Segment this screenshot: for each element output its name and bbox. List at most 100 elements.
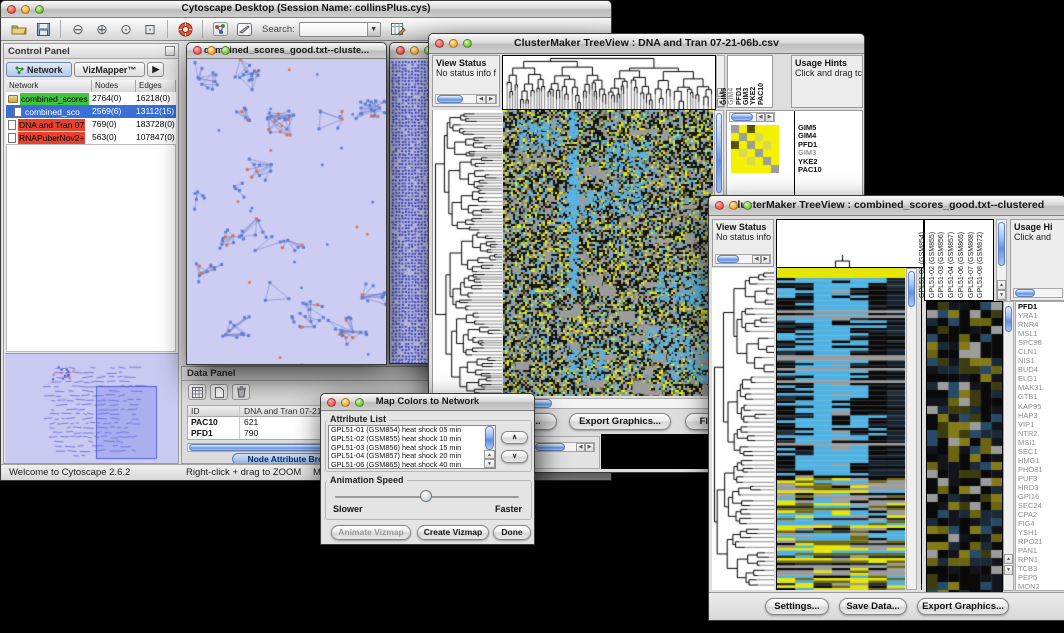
gene-list-item[interactable]: MSL1	[1018, 329, 1064, 338]
minimize-icon[interactable]	[449, 39, 458, 48]
gene-list-item[interactable]: HRD3	[1018, 483, 1064, 492]
network-row[interactable]: combined_sco 2569(6) 13112(15)	[6, 105, 176, 118]
column-labels-scrollbar[interactable]: ▲ ▼	[996, 219, 1007, 301]
gene-list-item[interactable]: MSI1	[1018, 438, 1064, 447]
scroll-down-icon[interactable]: ▼	[997, 290, 1006, 300]
scroll-left-icon[interactable]: ◀	[752, 255, 761, 264]
gene-list-item[interactable]: NTR2	[1018, 429, 1064, 438]
export-graphics-button[interactable]: Export Graphics...	[917, 598, 1009, 615]
gene-list-item[interactable]: SEC1	[1018, 447, 1064, 456]
summary-scrollbar[interactable]: ◀ ▶	[533, 442, 595, 452]
attribute-list[interactable]: GPL51-01 (GSM854) heat shock 05 minGPL51…	[328, 425, 496, 469]
gene-list-item[interactable]: RNR4	[1018, 320, 1064, 329]
gene-list-item[interactable]: HMG1	[1018, 456, 1064, 465]
scroll-down-icon[interactable]: ▼	[1004, 565, 1013, 575]
column-id[interactable]: ID	[188, 406, 240, 416]
minimize-icon[interactable]	[207, 46, 216, 55]
network-row[interactable]: combined_scores 2764(0) 16218(0)	[6, 92, 176, 105]
gene-list-item[interactable]: RPN1	[1018, 555, 1064, 564]
zoom-heatmap[interactable]	[926, 301, 1003, 593]
zoom-window-icon[interactable]	[221, 46, 230, 55]
gene-list-item[interactable]: PHO81	[1018, 465, 1064, 474]
gene-list-item[interactable]: MON2	[1018, 582, 1064, 591]
scroll-left-icon[interactable]: ◀	[576, 443, 585, 452]
help-lifering-icon[interactable]	[173, 19, 197, 39]
move-attribute-up-button[interactable]: ∧	[501, 431, 528, 444]
expression-heatmap[interactable]	[776, 268, 905, 590]
delete-attribute-icon[interactable]	[232, 384, 250, 400]
gene-list-item[interactable]: FIG4	[1018, 519, 1064, 528]
gene-list-item[interactable]: PUF3	[1018, 474, 1064, 483]
gene-list-item[interactable]: ELG1	[1018, 374, 1064, 383]
minimize-icon[interactable]	[410, 46, 419, 55]
column-label[interactable]: PAC10	[765, 56, 772, 107]
zoom-fit-icon[interactable]: ⊡	[138, 19, 162, 39]
network-tree-empty-area[interactable]	[6, 144, 176, 352]
gene-list-item[interactable]: YSH1	[1018, 528, 1064, 537]
column-edges[interactable]: Edges	[136, 80, 176, 92]
close-icon[interactable]	[7, 5, 16, 14]
view-status-scrollbar[interactable]: ◀ ▶	[715, 254, 771, 264]
settings-button[interactable]: Settings...	[765, 598, 829, 615]
animate-vizmap-button[interactable]: Animate Vizmap	[331, 525, 411, 540]
view-status-scrollbar[interactable]: ◀ ▶	[435, 94, 497, 104]
new-network-icon[interactable]	[208, 19, 232, 39]
create-vizmap-button[interactable]: Create Vizmap	[417, 525, 489, 540]
array-dendrogram[interactable]	[502, 55, 716, 110]
attribute-list-scrollbar[interactable]: ▲ ▼	[484, 426, 495, 468]
treeview2-title-bar[interactable]: ClusterMaker TreeView : combined_scores_…	[709, 196, 1064, 216]
close-icon[interactable]	[396, 46, 405, 55]
network-overview-thumbnail[interactable]	[5, 353, 179, 464]
tab-vizmapper[interactable]: VizMapper™	[74, 62, 146, 77]
gene-list-item[interactable]: YRA1	[1018, 311, 1064, 320]
scroll-up-icon[interactable]: ▲	[484, 450, 495, 459]
scroll-up-icon[interactable]: ▲	[997, 280, 1006, 290]
scroll-up-icon[interactable]: ▲	[1004, 554, 1013, 564]
float-panel-icon[interactable]	[165, 46, 175, 56]
zoom-window-icon[interactable]	[743, 201, 752, 210]
gene-dendrogram[interactable]	[432, 110, 502, 396]
close-icon[interactable]	[435, 39, 444, 48]
gene-list-item[interactable]: HAP3	[1018, 411, 1064, 420]
minimize-icon[interactable]	[21, 5, 30, 14]
gene-list-item[interactable]: RPO21	[1018, 537, 1064, 546]
save-session-icon[interactable]	[31, 19, 55, 39]
search-input[interactable]: ▼	[299, 22, 381, 37]
zoom-hscrollbar[interactable]: ◀ ▶	[729, 112, 775, 122]
network-view-title-bar[interactable]: combined_scores_good.txt--cluste...	[187, 43, 386, 59]
close-icon[interactable]	[193, 46, 202, 55]
main-title-bar[interactable]: Cytoscape Desktop (Session Name: collins…	[1, 1, 611, 18]
gene-dendrogram[interactable]	[712, 268, 774, 590]
annotation-icon[interactable]	[232, 19, 256, 39]
gene-list-item[interactable]: GPI16	[1018, 492, 1064, 501]
network-canvas[interactable]	[187, 59, 386, 364]
export-graphics-button[interactable]: Export Graphics...	[569, 413, 671, 430]
zoom-in-icon[interactable]: ⊕	[90, 19, 114, 39]
dialog-title-bar[interactable]: Map Colors to Network	[321, 394, 534, 411]
gene-list-item[interactable]: VIP1	[1018, 420, 1064, 429]
gene-list-item[interactable]: KAP95	[1018, 402, 1064, 411]
tabs-overflow-button[interactable]: ▶	[147, 62, 164, 77]
gene-list-item[interactable]: TCB3	[1018, 564, 1064, 573]
column-nodes[interactable]: Nodes	[92, 80, 136, 92]
scroll-right-icon[interactable]: ▶	[585, 443, 594, 452]
minimize-icon[interactable]	[729, 201, 738, 210]
zoom-out-icon[interactable]: ⊖	[66, 19, 90, 39]
new-attribute-icon[interactable]	[210, 384, 228, 400]
scroll-right-icon[interactable]: ▶	[765, 113, 774, 122]
move-attribute-down-button[interactable]: ∨	[501, 450, 528, 463]
gene-list-item[interactable]: CLN1	[1018, 347, 1064, 356]
gene-list-scrollbar[interactable]: ▲ ▼	[1003, 301, 1014, 591]
zoom-heatmap[interactable]	[731, 125, 779, 173]
zoom-window-icon[interactable]	[355, 398, 364, 407]
array-dendrogram[interactable]	[776, 219, 924, 268]
search-dropdown-icon[interactable]: ▼	[367, 23, 380, 36]
gene-list-item[interactable]: MAK31	[1018, 383, 1064, 392]
scroll-right-icon[interactable]: ▶	[486, 95, 496, 104]
save-data-button[interactable]: Save Data...	[839, 598, 907, 615]
gene-list-item[interactable]: PFD1	[1018, 302, 1064, 311]
treeview1-title-bar[interactable]: ClusterMaker TreeView : DNA and Tran 07-…	[429, 34, 864, 54]
expression-heatmap[interactable]	[503, 110, 713, 396]
zoom-window-icon[interactable]	[35, 5, 44, 14]
gene-list-item[interactable]: PAN1	[1018, 546, 1064, 555]
